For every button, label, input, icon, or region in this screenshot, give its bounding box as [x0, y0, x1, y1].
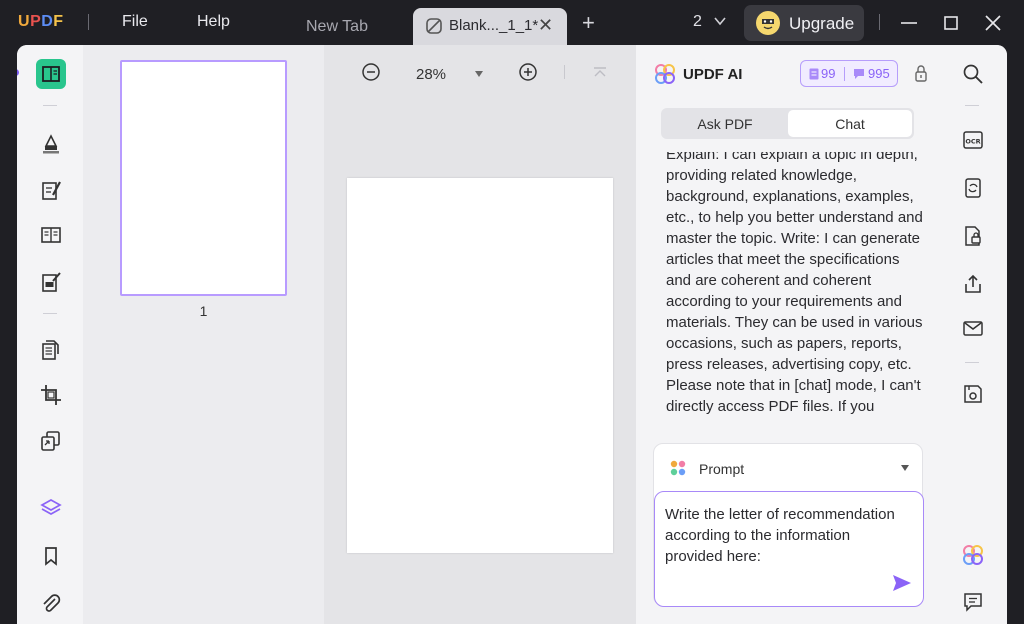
- page-number: 1: [199, 303, 208, 319]
- logo-letter: P: [30, 13, 42, 30]
- divider: [564, 65, 565, 79]
- crop-tool-button[interactable]: [36, 380, 66, 410]
- two-pages-icon: [41, 227, 61, 243]
- zoom-toolbar: 28%: [324, 61, 636, 91]
- chevron-down-icon[interactable]: [713, 15, 727, 27]
- left-toolbar: [17, 45, 83, 624]
- tab-chat[interactable]: Chat: [788, 110, 912, 137]
- doc-credits-count: 99: [821, 66, 836, 81]
- divider: [43, 313, 57, 314]
- layers-icon: [40, 499, 62, 515]
- prompt-selector[interactable]: Prompt: [654, 444, 924, 488]
- protect-pdf-icon[interactable]: [962, 225, 984, 247]
- chat-credit-icon: [854, 69, 864, 79]
- menu-file[interactable]: File: [122, 13, 148, 31]
- document-credit-icon: [809, 68, 819, 80]
- document-draft-icon: [426, 18, 442, 34]
- zoom-level[interactable]: 28%: [416, 66, 446, 83]
- comment-list-icon[interactable]: [962, 591, 984, 613]
- organize-tool-button[interactable]: [36, 220, 66, 250]
- comment-tool-button[interactable]: [36, 128, 66, 158]
- form-tool-button[interactable]: [36, 267, 66, 297]
- thumbnail-panel: 1: [83, 45, 324, 624]
- bookmarks-button[interactable]: [36, 541, 66, 571]
- minimize-icon[interactable]: [896, 10, 922, 36]
- divider: [43, 105, 57, 106]
- prompt-dots-icon: [670, 460, 686, 476]
- tab-document[interactable]: Blank..._1_1* ✕: [413, 8, 567, 46]
- prompt-input[interactable]: Write the letter of recommendation accor…: [654, 491, 924, 607]
- pdf-page[interactable]: [347, 178, 613, 553]
- ai-credits-badge[interactable]: 99 995: [800, 60, 898, 87]
- pages-icon: [42, 340, 59, 360]
- zoom-out-icon[interactable]: [360, 61, 382, 83]
- updf-ai-button-icon[interactable]: [962, 544, 984, 566]
- zoom-in-icon[interactable]: [517, 61, 539, 83]
- scroll-to-top-icon[interactable]: [592, 65, 608, 81]
- edit-document-icon: [42, 181, 61, 200]
- divider: [879, 14, 880, 30]
- convert-pdf-icon[interactable]: [962, 177, 984, 199]
- page-thumbnail[interactable]: [120, 60, 287, 296]
- menu-help[interactable]: Help: [197, 13, 230, 31]
- app-frame: 1 28% UPDF AI 99 995 Ask PDF Chat Explai…: [17, 45, 1007, 624]
- avatar-icon: [756, 11, 780, 35]
- prompt-composer: Prompt Write the letter of recommendatio…: [653, 443, 924, 607]
- svg-text:OCR: OCR: [965, 138, 980, 146]
- search-icon[interactable]: [962, 63, 984, 85]
- chat-credits-count: 995: [868, 66, 890, 81]
- upgrade-label: Upgrade: [789, 14, 855, 33]
- book-icon: [42, 66, 60, 82]
- tab-new-tab[interactable]: New Tab: [290, 8, 410, 46]
- ai-message-text: Explain: I can explain a topic in depth,…: [666, 152, 923, 415]
- app-logo[interactable]: UPDF: [18, 13, 64, 31]
- save-icon[interactable]: [962, 383, 984, 405]
- upgrade-button[interactable]: Upgrade: [744, 5, 864, 41]
- divider: [844, 67, 845, 81]
- lock-icon[interactable]: [913, 63, 929, 83]
- logo-letter: F: [53, 13, 64, 30]
- ai-message: Explain: I can explain a topic in depth,…: [666, 152, 924, 432]
- caret-down-icon: [901, 465, 909, 471]
- paperclip-icon: [43, 594, 61, 612]
- divider: [88, 14, 89, 30]
- pages-tool-button[interactable]: [36, 334, 66, 364]
- logo-letter: U: [18, 13, 31, 30]
- maximize-icon[interactable]: [938, 10, 964, 36]
- title-bar: UPDF File Help New Tab Blank..._1_1* ✕ +…: [0, 0, 1024, 46]
- document-viewer: 28%: [324, 45, 636, 624]
- ai-assistant-panel: UPDF AI 99 995 Ask PDF Chat Explain: I c…: [636, 45, 938, 624]
- right-toolbar: OCR: [938, 45, 1007, 624]
- tab-title: Blank..._1_1*: [449, 17, 539, 34]
- close-window-icon[interactable]: [980, 10, 1006, 36]
- active-indicator: [17, 69, 19, 76]
- prompt-input-text: Write the letter of recommendation accor…: [665, 506, 895, 565]
- ocr-icon[interactable]: OCR: [962, 129, 984, 151]
- logo-letter: D: [41, 13, 54, 30]
- convert-tool-button[interactable]: [36, 426, 66, 456]
- share-icon[interactable]: [962, 273, 984, 295]
- form-edit-icon: [42, 272, 61, 292]
- window-count[interactable]: 2: [693, 13, 702, 31]
- close-tab-icon[interactable]: ✕: [538, 15, 553, 36]
- tab-ask-pdf[interactable]: Ask PDF: [663, 110, 787, 137]
- ai-panel-title: UPDF AI: [683, 66, 743, 83]
- reader-tool-button[interactable]: [36, 59, 66, 89]
- new-tab-button[interactable]: +: [582, 10, 595, 36]
- edit-tool-button[interactable]: [36, 175, 66, 205]
- send-icon[interactable]: [892, 574, 912, 592]
- attachments-button[interactable]: [36, 589, 66, 619]
- email-icon[interactable]: [962, 317, 984, 339]
- updf-ai-logo-icon: [655, 64, 675, 84]
- crop-icon: [41, 385, 61, 405]
- divider: [965, 362, 979, 363]
- layers-button[interactable]: [36, 493, 66, 523]
- divider: [965, 105, 979, 106]
- highlighter-icon: [43, 134, 59, 154]
- prompt-label: Prompt: [699, 461, 745, 477]
- caret-down-icon[interactable]: [474, 70, 484, 78]
- ai-mode-switch: Ask PDF Chat: [661, 108, 914, 139]
- bookmark-icon: [45, 547, 57, 566]
- convert-icon: [41, 431, 60, 451]
